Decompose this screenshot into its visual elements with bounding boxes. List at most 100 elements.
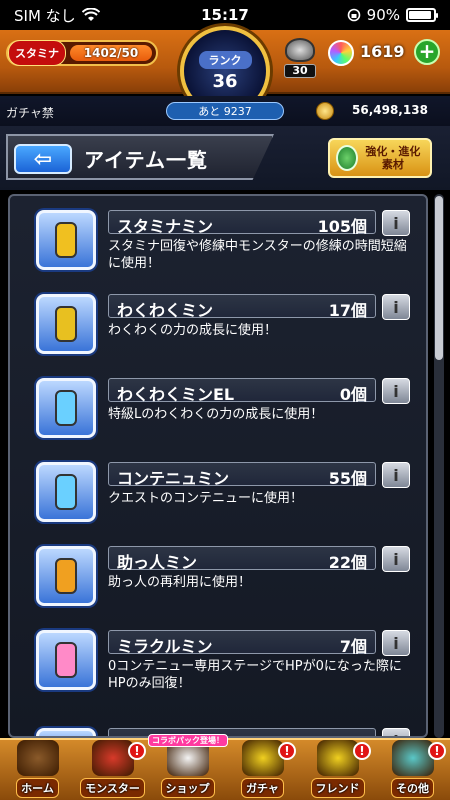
rank-label: ランク xyxy=(198,50,252,69)
item-name: スタミナミン xyxy=(117,217,214,236)
alert-badge-icon: ! xyxy=(428,742,446,760)
stamina-item-count: 30 xyxy=(284,64,316,78)
battery-icon xyxy=(406,8,438,22)
nav-item[interactable]: その他! xyxy=(375,740,450,800)
rotation-lock-icon xyxy=(347,8,360,22)
item-info-button-partial[interactable]: i xyxy=(382,728,410,736)
stamina-label: スタミナ xyxy=(8,40,66,66)
alert-badge-icon: ! xyxy=(128,742,146,760)
item-name-box: ミラクルミン 7個 xyxy=(108,630,376,656)
potion-blue-icon xyxy=(36,462,96,522)
buy-orb-button[interactable]: + xyxy=(414,39,440,65)
gold-amount: 56,498,138 xyxy=(352,103,428,117)
back-button[interactable]: ⇦ xyxy=(14,144,72,174)
item-count: 7個 xyxy=(339,637,367,656)
item-name: 助っ人ミン xyxy=(117,553,198,572)
stamina-item-icon xyxy=(285,38,315,62)
item-name-box: 助っ人ミン 22個 xyxy=(108,546,376,572)
item-count: 0個 xyxy=(339,385,367,404)
item-name: わくわくミン xyxy=(117,301,214,320)
item-description: わくわくの力の成長に使用！ xyxy=(108,323,278,338)
item-count-partial: 0個 xyxy=(340,731,367,736)
item-description: スタミナ回復や修練中モンスターの修練の時間短縮に使用！ xyxy=(108,239,407,271)
item-description: 0コンテニュー専用ステージでHPが0になった際にHPのみ回復！ xyxy=(108,659,402,691)
nav-label: フレンド xyxy=(310,778,365,798)
item-description: クエストのコンテニューに使用！ xyxy=(108,491,304,506)
upgrade-materials-button[interactable]: 強化・進化素材 xyxy=(328,138,432,178)
battery-fill xyxy=(409,11,431,19)
item-info-button[interactable]: i xyxy=(382,546,410,572)
item-description: 特級Lのわくわくの力の成長に使用！ xyxy=(108,407,324,422)
item-row[interactable]: ミラクルミン 7個 i 0コンテニュー専用ステージでHPが0になった際にHPのみ回復！ xyxy=(24,626,420,710)
alert-badge-icon: ! xyxy=(278,742,296,760)
stamina-bar: 1402/50 xyxy=(70,45,152,61)
item-glyph xyxy=(55,222,77,258)
orb-icon xyxy=(328,40,354,66)
item-glyph xyxy=(55,474,77,510)
list-scrollbar[interactable] xyxy=(434,194,444,738)
monster-icon xyxy=(91,740,134,776)
other-icon xyxy=(391,740,434,776)
nav-item[interactable]: ショップ xyxy=(150,740,225,800)
upgrade-label: 強化・進化素材 xyxy=(365,145,421,171)
stamina-item-box[interactable]: 30 xyxy=(282,38,318,78)
back-arrow-icon: ⇦ xyxy=(33,146,53,172)
sub-bar-text: ガチャ禁 xyxy=(6,106,54,120)
item-description: 助っ人の再利用に使用！ xyxy=(108,575,252,590)
item-name: わくわくミンEL xyxy=(117,385,235,404)
nav-label: ショップ xyxy=(160,778,215,798)
item-glyph xyxy=(55,390,77,426)
nav-label: モンスター xyxy=(80,778,145,798)
item-row[interactable]: わくわくミンEL 0個 i 特級Lのわくわくの力の成長に使用！ xyxy=(24,374,420,458)
nav-item[interactable]: ホーム xyxy=(0,740,75,800)
item-info-button[interactable]: i xyxy=(382,294,410,320)
heart-potion-icon xyxy=(36,630,96,690)
item-info-button[interactable]: i xyxy=(382,462,410,488)
status-right: 90% xyxy=(347,6,438,24)
page-title: アイテム一覧 xyxy=(84,148,208,172)
bottle-orange-icon xyxy=(36,546,96,606)
can-icon xyxy=(36,210,96,270)
item-name: コンテニュミン xyxy=(117,469,230,488)
item-count: 22個 xyxy=(328,553,367,572)
rank-value: 36 xyxy=(212,70,238,92)
bottle-leaf-blue-icon xyxy=(36,378,96,438)
carrier-label: SIM なし xyxy=(14,6,76,25)
item-list-panel[interactable]: スタミナミン 105個 i スタミナ回復や修練中モンスターの修練の時間短縮に使用！ わく… xyxy=(8,194,428,738)
item-info-button[interactable]: i xyxy=(382,630,410,656)
item-row[interactable]: スタミナミン 105個 i スタミナ回復や修練中モンスターの修練の時間短縮に使用！ xyxy=(24,206,420,290)
gacha-icon xyxy=(241,740,284,776)
wifi-icon xyxy=(81,8,100,21)
next-rank-exp: あと 9237 xyxy=(166,102,284,120)
alert-badge-icon: ! xyxy=(353,742,371,760)
stamina-gauge[interactable]: スタミナ 1402/50 xyxy=(6,40,158,66)
nav-label: ホーム xyxy=(16,778,59,798)
bottle-leaf-icon xyxy=(36,294,96,354)
carrier-group: SIM なし xyxy=(14,5,100,26)
item-glyph xyxy=(55,642,77,678)
item-row[interactable]: コンテニュミン 55個 i クエストのコンテニューに使用！ xyxy=(24,458,420,542)
item-name-box: コンテニュミン 55個 xyxy=(108,462,376,488)
orb-count: 1619 xyxy=(360,42,405,61)
item-glyph xyxy=(55,558,77,594)
collab-badge: コラボパック登場！ xyxy=(148,734,228,747)
scrollbar-thumb[interactable] xyxy=(435,196,443,360)
item-name-box: わくわくミン 17個 xyxy=(108,294,376,320)
bottom-nav: ホーム モンスター! ショップ ガチャ! フレンド! その他! xyxy=(0,738,450,800)
friend-icon xyxy=(316,740,359,776)
stamina-value: 1402/50 xyxy=(83,46,139,60)
gold-coin-icon xyxy=(316,102,334,120)
nav-item[interactable]: フレンド! xyxy=(300,740,375,800)
nav-item[interactable]: ガチャ! xyxy=(225,740,300,800)
item-info-button[interactable]: i xyxy=(382,210,410,236)
nav-item[interactable]: モンスター! xyxy=(75,740,150,800)
item-count: 55個 xyxy=(328,469,367,488)
item-icon-partial xyxy=(36,728,96,736)
item-row[interactable]: 助っ人ミン 22個 i 助っ人の再利用に使用！ xyxy=(24,542,420,626)
item-name-box: わくわくミンEL 0個 xyxy=(108,378,376,404)
item-count: 17個 xyxy=(328,301,367,320)
nav-label: その他 xyxy=(391,778,434,798)
item-row[interactable]: わくわくミン 17個 i わくわくの力の成長に使用！ xyxy=(24,290,420,374)
item-name: ミラクルミン xyxy=(117,637,213,656)
item-info-button[interactable]: i xyxy=(382,378,410,404)
